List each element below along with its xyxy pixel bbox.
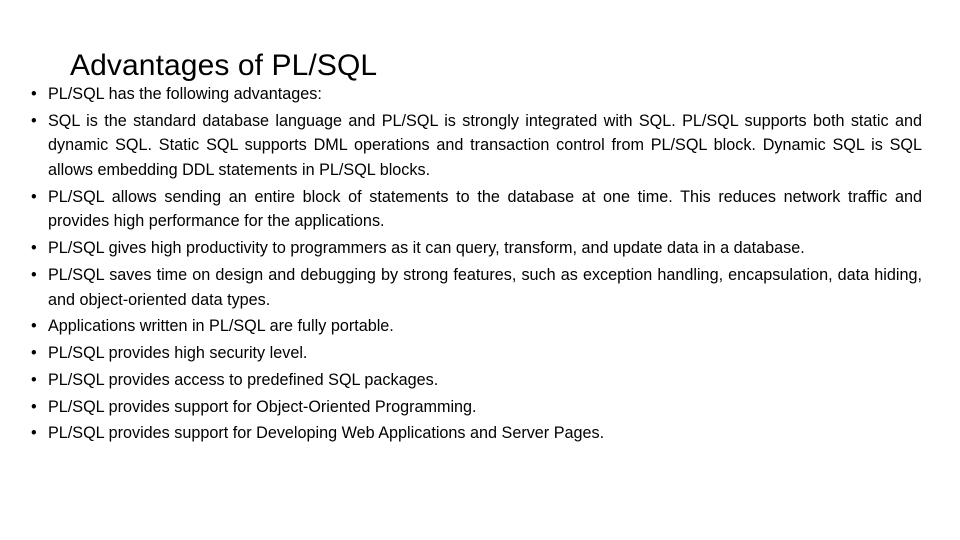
list-item-text: PL/SQL provides high security level. [48, 344, 308, 363]
list-item: • PL/SQL allows sending an entire block … [26, 185, 922, 234]
list-item-text: PL/SQL provides support for Developing W… [48, 424, 605, 443]
bullet-marker-icon: • [31, 317, 37, 336]
bullet-marker-icon: • [31, 424, 37, 443]
bullet-marker-icon: • [31, 239, 37, 258]
bullet-marker-icon: • [31, 344, 37, 363]
bullet-marker-icon: • [31, 370, 37, 389]
list-item: • PL/SQL has the following advantages: [26, 82, 922, 107]
bullet-marker-icon: • [31, 111, 37, 130]
list-item-text: PL/SQL provides access to predefined SQL… [48, 370, 439, 389]
list-item-text: PL/SQL allows sending an entire block of… [48, 187, 922, 231]
list-item: • PL/SQL provides access to predefined S… [26, 368, 922, 393]
list-item-text: PL/SQL gives high productivity to progra… [48, 239, 805, 258]
bullet-marker-icon: • [31, 397, 37, 416]
list-item-text: PL/SQL has the following advantages: [48, 85, 322, 103]
bullet-marker-icon: • [31, 85, 37, 103]
list-item: • Applications written in PL/SQL are ful… [26, 314, 922, 339]
bullet-list: • PL/SQL has the following advantages: •… [26, 82, 922, 448]
list-item: • PL/SQL provides high security level. [26, 341, 922, 366]
bullet-marker-icon: • [31, 265, 37, 284]
list-item: • PL/SQL gives high productivity to prog… [26, 236, 922, 261]
list-item-text: PL/SQL provides support for Object-Orien… [48, 397, 477, 416]
list-item-text: SQL is the standard database language an… [48, 111, 922, 179]
list-item: • PL/SQL saves time on design and debugg… [26, 263, 922, 312]
list-item-text: PL/SQL saves time on design and debuggin… [48, 265, 922, 309]
list-item: • SQL is the standard database language … [26, 109, 922, 183]
list-item: • PL/SQL provides support for Developing… [26, 421, 922, 446]
list-item: • PL/SQL provides support for Object-Ori… [26, 395, 922, 420]
bullet-marker-icon: • [31, 187, 37, 206]
page-title: Advantages of PL/SQL [70, 49, 378, 83]
slide-canvas: Advantages of PL/SQL • PL/SQL has the fo… [0, 0, 960, 540]
list-item-text: Applications written in PL/SQL are fully… [48, 317, 394, 336]
